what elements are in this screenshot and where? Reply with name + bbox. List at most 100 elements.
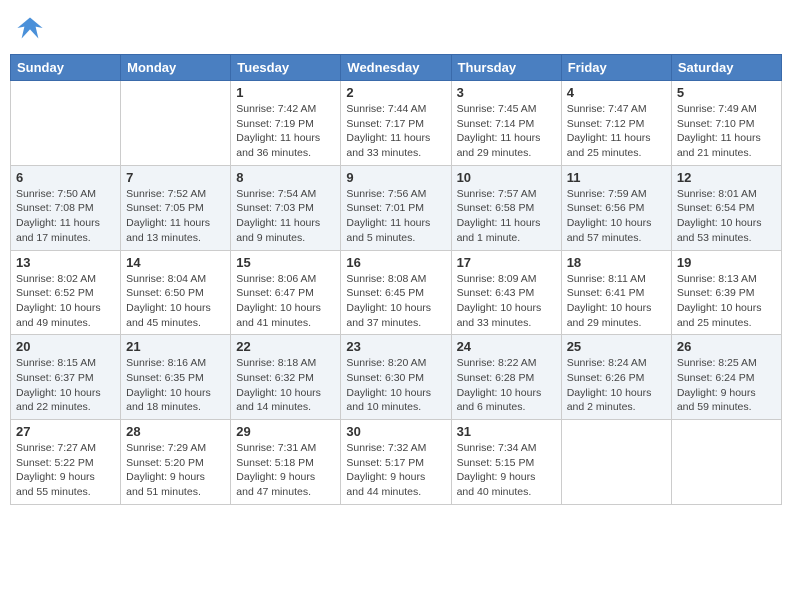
day-number: 23 [346,339,445,354]
day-number: 20 [16,339,115,354]
day-of-week-header: Friday [561,55,671,81]
calendar-cell: 26 Sunrise: 8:25 AM Sunset: 6:24 PM Dayli… [671,335,781,420]
calendar-cell: 8 Sunrise: 7:54 AM Sunset: 7:03 PM Daylig… [231,165,341,250]
calendar-cell: 31 Sunrise: 7:34 AM Sunset: 5:15 PM Dayli… [451,420,561,505]
calendar-cell: 9Sunrise: 7:56 AM Sunset: 7:01 PM Daylig… [341,165,451,250]
day-number: 6 [16,170,115,185]
calendar-cell [671,420,781,505]
day-of-week-header: Thursday [451,55,561,81]
day-number: 3 [457,85,556,100]
calendar-cell: 14 Sunrise: 8:04 AM Sunset: 6:50 PM Dayli… [121,250,231,335]
day-number: 10 [457,170,556,185]
day-info: Sunrise: 8:02 AM Sunset: 6:52 PM Dayligh… [16,272,115,331]
calendar-cell: 27 Sunrise: 7:27 AM Sunset: 5:22 PM Dayli… [11,420,121,505]
day-number: 2 [346,85,445,100]
calendar-cell: 25 Sunrise: 8:24 AM Sunset: 6:26 PM Dayli… [561,335,671,420]
day-info: Sunrise: 7:42 AM Sunset: 7:19 PM Dayligh… [236,102,335,161]
day-number: 9 [346,170,445,185]
calendar-cell: 20 Sunrise: 8:15 AM Sunset: 6:37 PM Dayli… [11,335,121,420]
day-info: Sunrise: 8:11 AM Sunset: 6:41 PM Dayligh… [567,272,666,331]
calendar-cell: 17 Sunrise: 8:09 AM Sunset: 6:43 PM Dayli… [451,250,561,335]
calendar-cell: 19 Sunrise: 8:13 AM Sunset: 6:39 PM Dayli… [671,250,781,335]
day-info: Sunrise: 8:18 AM Sunset: 6:32 PM Dayligh… [236,356,335,415]
calendar-cell [11,81,121,166]
calendar-cell: 24 Sunrise: 8:22 AM Sunset: 6:28 PM Dayli… [451,335,561,420]
day-info: Sunrise: 8:24 AM Sunset: 6:26 PM Dayligh… [567,356,666,415]
day-number: 12 [677,170,776,185]
day-number: 17 [457,255,556,270]
page-header [10,10,782,46]
day-info: Sunrise: 7:27 AM Sunset: 5:22 PM Dayligh… [16,441,115,500]
day-number: 27 [16,424,115,439]
day-info: Sunrise: 8:25 AM Sunset: 6:24 PM Dayligh… [677,356,776,415]
calendar-cell: 11 Sunrise: 7:59 AM Sunset: 6:56 PM Dayli… [561,165,671,250]
day-info: Sunrise: 7:49 AM Sunset: 7:10 PM Dayligh… [677,102,776,161]
calendar-cell: 4Sunrise: 7:47 AM Sunset: 7:12 PM Daylig… [561,81,671,166]
day-number: 22 [236,339,335,354]
day-number: 1 [236,85,335,100]
day-number: 31 [457,424,556,439]
day-info: Sunrise: 8:06 AM Sunset: 6:47 PM Dayligh… [236,272,335,331]
day-info: Sunrise: 8:01 AM Sunset: 6:54 PM Dayligh… [677,187,776,246]
day-info: Sunrise: 8:20 AM Sunset: 6:30 PM Dayligh… [346,356,445,415]
calendar-cell [121,81,231,166]
calendar-cell: 2 Sunrise: 7:44 AM Sunset: 7:17 PM Daylig… [341,81,451,166]
day-number: 4 [567,85,666,100]
day-info: Sunrise: 8:15 AM Sunset: 6:37 PM Dayligh… [16,356,115,415]
day-number: 18 [567,255,666,270]
calendar-cell: 28Sunrise: 7:29 AM Sunset: 5:20 PM Dayli… [121,420,231,505]
day-info: Sunrise: 7:50 AM Sunset: 7:08 PM Dayligh… [16,187,115,246]
calendar-cell: 15 Sunrise: 8:06 AM Sunset: 6:47 PM Dayli… [231,250,341,335]
day-number: 15 [236,255,335,270]
day-info: Sunrise: 8:09 AM Sunset: 6:43 PM Dayligh… [457,272,556,331]
calendar-cell: 16Sunrise: 8:08 AM Sunset: 6:45 PM Dayli… [341,250,451,335]
day-number: 5 [677,85,776,100]
day-number: 24 [457,339,556,354]
day-number: 13 [16,255,115,270]
day-number: 28 [126,424,225,439]
day-info: Sunrise: 7:31 AM Sunset: 5:18 PM Dayligh… [236,441,335,500]
day-number: 29 [236,424,335,439]
day-info: Sunrise: 7:59 AM Sunset: 6:56 PM Dayligh… [567,187,666,246]
day-number: 26 [677,339,776,354]
calendar-cell: 1 Sunrise: 7:42 AM Sunset: 7:19 PM Daylig… [231,81,341,166]
day-number: 16 [346,255,445,270]
day-info: Sunrise: 7:34 AM Sunset: 5:15 PM Dayligh… [457,441,556,500]
day-info: Sunrise: 8:04 AM Sunset: 6:50 PM Dayligh… [126,272,225,331]
day-of-week-header: Tuesday [231,55,341,81]
day-info: Sunrise: 7:52 AM Sunset: 7:05 PM Dayligh… [126,187,225,246]
calendar-cell: 5 Sunrise: 7:49 AM Sunset: 7:10 PM Daylig… [671,81,781,166]
calendar-table: SundayMondayTuesdayWednesdayThursdayFrid… [10,54,782,505]
day-info: Sunrise: 7:32 AM Sunset: 5:17 PM Dayligh… [346,441,445,500]
day-number: 30 [346,424,445,439]
day-of-week-header: Saturday [671,55,781,81]
calendar-cell: 18 Sunrise: 8:11 AM Sunset: 6:41 PM Dayli… [561,250,671,335]
calendar-cell: 29 Sunrise: 7:31 AM Sunset: 5:18 PM Dayli… [231,420,341,505]
logo [16,14,48,42]
calendar-cell: 10 Sunrise: 7:57 AM Sunset: 6:58 PM Dayli… [451,165,561,250]
day-number: 19 [677,255,776,270]
day-of-week-header: Sunday [11,55,121,81]
day-info: Sunrise: 8:22 AM Sunset: 6:28 PM Dayligh… [457,356,556,415]
calendar-cell: 30 Sunrise: 7:32 AM Sunset: 5:17 PM Dayli… [341,420,451,505]
calendar-cell: 7 Sunrise: 7:52 AM Sunset: 7:05 PM Daylig… [121,165,231,250]
day-info: Sunrise: 8:13 AM Sunset: 6:39 PM Dayligh… [677,272,776,331]
day-number: 11 [567,170,666,185]
day-info: Sunrise: 7:57 AM Sunset: 6:58 PM Dayligh… [457,187,556,246]
day-number: 21 [126,339,225,354]
day-number: 14 [126,255,225,270]
day-of-week-header: Wednesday [341,55,451,81]
day-number: 25 [567,339,666,354]
calendar-cell: 23 Sunrise: 8:20 AM Sunset: 6:30 PM Dayli… [341,335,451,420]
calendar-cell: 21Sunrise: 8:16 AM Sunset: 6:35 PM Dayli… [121,335,231,420]
day-number: 7 [126,170,225,185]
logo-icon [16,14,44,42]
calendar-cell [561,420,671,505]
day-of-week-header: Monday [121,55,231,81]
calendar-cell: 13 Sunrise: 8:02 AM Sunset: 6:52 PM Dayli… [11,250,121,335]
day-info: Sunrise: 7:54 AM Sunset: 7:03 PM Dayligh… [236,187,335,246]
calendar-cell: 22 Sunrise: 8:18 AM Sunset: 6:32 PM Dayli… [231,335,341,420]
day-number: 8 [236,170,335,185]
day-info: Sunrise: 7:44 AM Sunset: 7:17 PM Dayligh… [346,102,445,161]
calendar-cell: 6 Sunrise: 7:50 AM Sunset: 7:08 PM Daylig… [11,165,121,250]
